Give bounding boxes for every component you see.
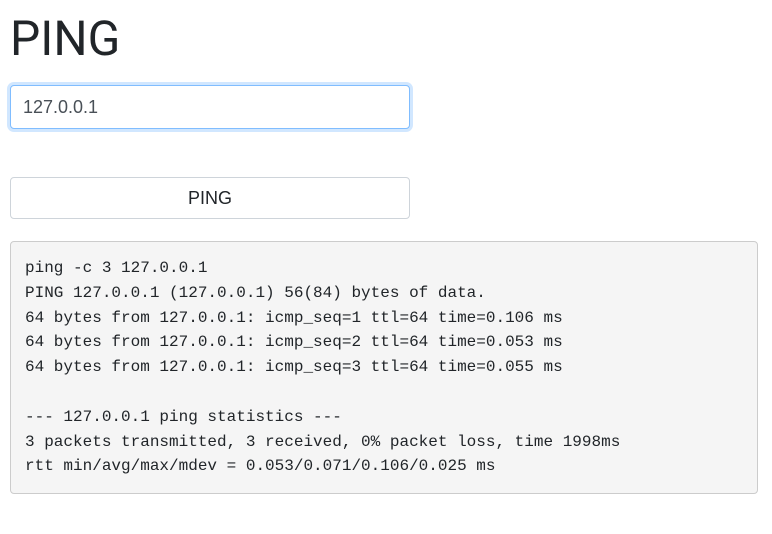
page-title: PING xyxy=(10,10,762,67)
ping-button[interactable]: PING xyxy=(10,177,410,219)
ip-input[interactable] xyxy=(10,85,410,129)
ping-output: ping -c 3 127.0.0.1 PING 127.0.0.1 (127.… xyxy=(10,241,758,494)
